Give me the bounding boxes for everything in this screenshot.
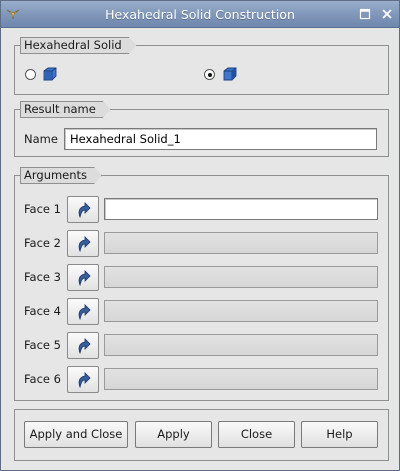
hexahedron-faces-icon	[223, 67, 237, 81]
hexahedron-vertices-icon	[43, 67, 57, 81]
face-2-select-button[interactable]	[67, 230, 99, 257]
radio-by-vertices[interactable]	[25, 69, 36, 80]
face-6-label: Face 6	[24, 372, 61, 386]
face-4-input[interactable]	[104, 300, 378, 322]
face-4-label: Face 4	[24, 304, 61, 318]
name-label: Name	[24, 132, 58, 146]
maximize-icon[interactable]	[359, 8, 371, 20]
construction-group-title: Hexahedral Solid	[20, 37, 137, 54]
face-6-select-button[interactable]	[67, 366, 99, 393]
help-button[interactable]: Help	[301, 421, 378, 448]
close-icon[interactable]	[381, 8, 393, 20]
face-3-label: Face 3	[24, 270, 61, 284]
face-5-select-button[interactable]	[67, 332, 99, 359]
dialog-window: Hexahedral Solid Construction Hexahedral…	[0, 0, 400, 471]
apply-and-close-label: Apply and Close	[29, 427, 123, 441]
face-2-input[interactable]	[104, 232, 378, 254]
arguments-group-title: Arguments	[20, 167, 102, 184]
result-name-input[interactable]	[64, 128, 377, 150]
apply-and-close-button[interactable]: Apply and Close	[24, 421, 128, 448]
face-5-input[interactable]	[104, 334, 378, 356]
face-6-input[interactable]	[104, 368, 378, 390]
window-title: Hexahedral Solid Construction	[105, 7, 295, 22]
select-arrow-icon	[78, 270, 91, 286]
face-2-label: Face 2	[24, 236, 61, 250]
close-button[interactable]: Close	[218, 421, 295, 448]
select-arrow-icon	[78, 304, 91, 320]
face-5-label: Face 5	[24, 338, 61, 352]
select-arrow-icon	[78, 338, 91, 354]
title-bar[interactable]: Hexahedral Solid Construction	[1, 1, 399, 28]
help-label: Help	[326, 427, 353, 441]
select-arrow-icon	[78, 372, 91, 388]
close-label: Close	[240, 427, 273, 441]
face-1-label: Face 1	[24, 202, 61, 216]
select-arrow-icon	[78, 236, 91, 252]
face-4-select-button[interactable]	[67, 298, 99, 325]
result-name-group-title: Result name	[20, 101, 111, 118]
radio-by-faces[interactable]	[204, 69, 215, 80]
face-1-select-button[interactable]	[67, 196, 99, 223]
select-arrow-icon	[78, 202, 91, 218]
apply-label: Apply	[157, 427, 190, 441]
face-1-input[interactable]	[104, 198, 378, 220]
apply-button[interactable]: Apply	[135, 421, 212, 448]
face-3-select-button[interactable]	[67, 264, 99, 291]
face-3-input[interactable]	[104, 266, 378, 288]
